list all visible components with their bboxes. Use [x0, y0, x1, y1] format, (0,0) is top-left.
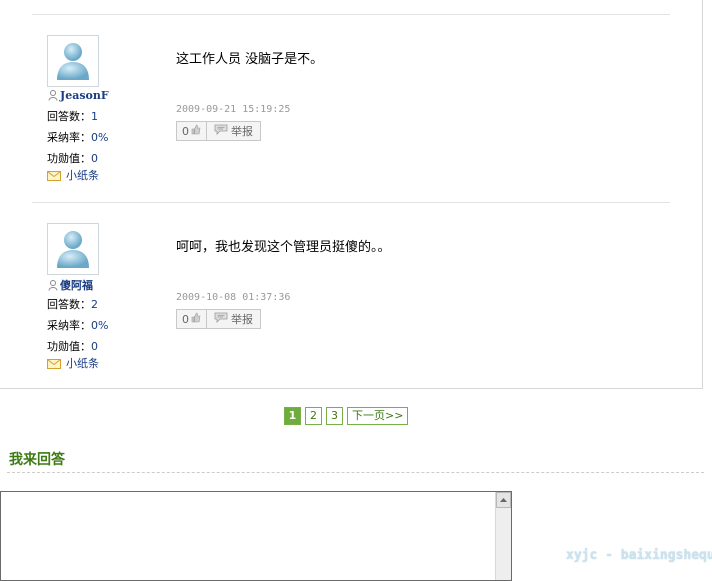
- watermark: xyjc - baixingshequ: [566, 548, 712, 563]
- answer-post-2: 傻阿福 回答数：2 采纳率：0% 功勋值：0 小纸条 呵呵，我也发现这个管理员挺…: [0, 223, 700, 403]
- merit-value: 功勋值：0: [47, 152, 98, 165]
- answer-count: 回答数：2: [47, 298, 98, 311]
- like-button[interactable]: 0: [177, 310, 207, 328]
- adoption-rate: 采纳率：0%: [47, 319, 109, 332]
- next-page-button[interactable]: 下一页>>: [347, 407, 409, 425]
- page-2-button[interactable]: 2: [305, 407, 322, 425]
- adoption-rate: 采纳率：0%: [47, 131, 109, 144]
- merit-value: 功勋值：0: [47, 340, 98, 353]
- username-link[interactable]: JeasonF: [48, 89, 109, 104]
- private-note-link[interactable]: 小纸条: [47, 355, 99, 372]
- top-divider: [32, 14, 670, 15]
- default-avatar-icon[interactable]: [47, 35, 99, 87]
- envelope-icon: [47, 171, 61, 184]
- username-text: JeasonF: [60, 89, 109, 102]
- reply-textarea[interactable]: [0, 491, 512, 581]
- page-3-button[interactable]: 3: [326, 407, 343, 425]
- thumbs-up-icon: [191, 124, 201, 138]
- private-note-link[interactable]: 小纸条: [47, 167, 99, 184]
- answer-content: 呵呵，我也发现这个管理员挺傻的。。: [176, 240, 391, 255]
- default-avatar-icon[interactable]: [47, 223, 99, 275]
- answer-time: 2009-09-21 15:19:25: [176, 104, 291, 115]
- answer-post-1: JeasonF 回答数：1 采纳率：0% 功勋值：0 小纸条 这工作人员 没脑子…: [0, 35, 700, 215]
- triangle-up-icon: [500, 498, 507, 502]
- thumbs-up-icon: [191, 312, 201, 326]
- page-1-button[interactable]: 1: [284, 407, 301, 425]
- scroll-up-button[interactable]: [496, 492, 511, 508]
- post-divider: [32, 202, 670, 203]
- answers-panel: JeasonF 回答数：1 采纳率：0% 功勋值：0 小纸条 这工作人员 没脑子…: [0, 0, 703, 389]
- answer-count: 回答数：1: [47, 110, 98, 123]
- answer-time: 2009-10-08 01:37:36: [176, 292, 291, 303]
- envelope-icon: [47, 359, 61, 372]
- pagination: 1 2 3 下一页>>: [284, 407, 409, 425]
- username-link[interactable]: 傻阿福: [48, 277, 93, 294]
- reply-section-title: 我来回答: [9, 452, 65, 468]
- answer-content: 这工作人员 没脑子是不。: [176, 52, 324, 67]
- answer-actions: 0 举报: [176, 121, 261, 141]
- username-text: 傻阿福: [60, 279, 93, 292]
- report-button[interactable]: 举报: [207, 310, 260, 328]
- answer-actions: 0 举报: [176, 309, 261, 329]
- like-button[interactable]: 0: [177, 122, 207, 140]
- person-icon: [48, 280, 58, 294]
- speech-bubble-icon: [214, 312, 228, 326]
- reply-divider: [7, 472, 704, 473]
- speech-bubble-icon: [214, 124, 228, 138]
- person-icon: [48, 90, 58, 104]
- report-button[interactable]: 举报: [207, 122, 260, 140]
